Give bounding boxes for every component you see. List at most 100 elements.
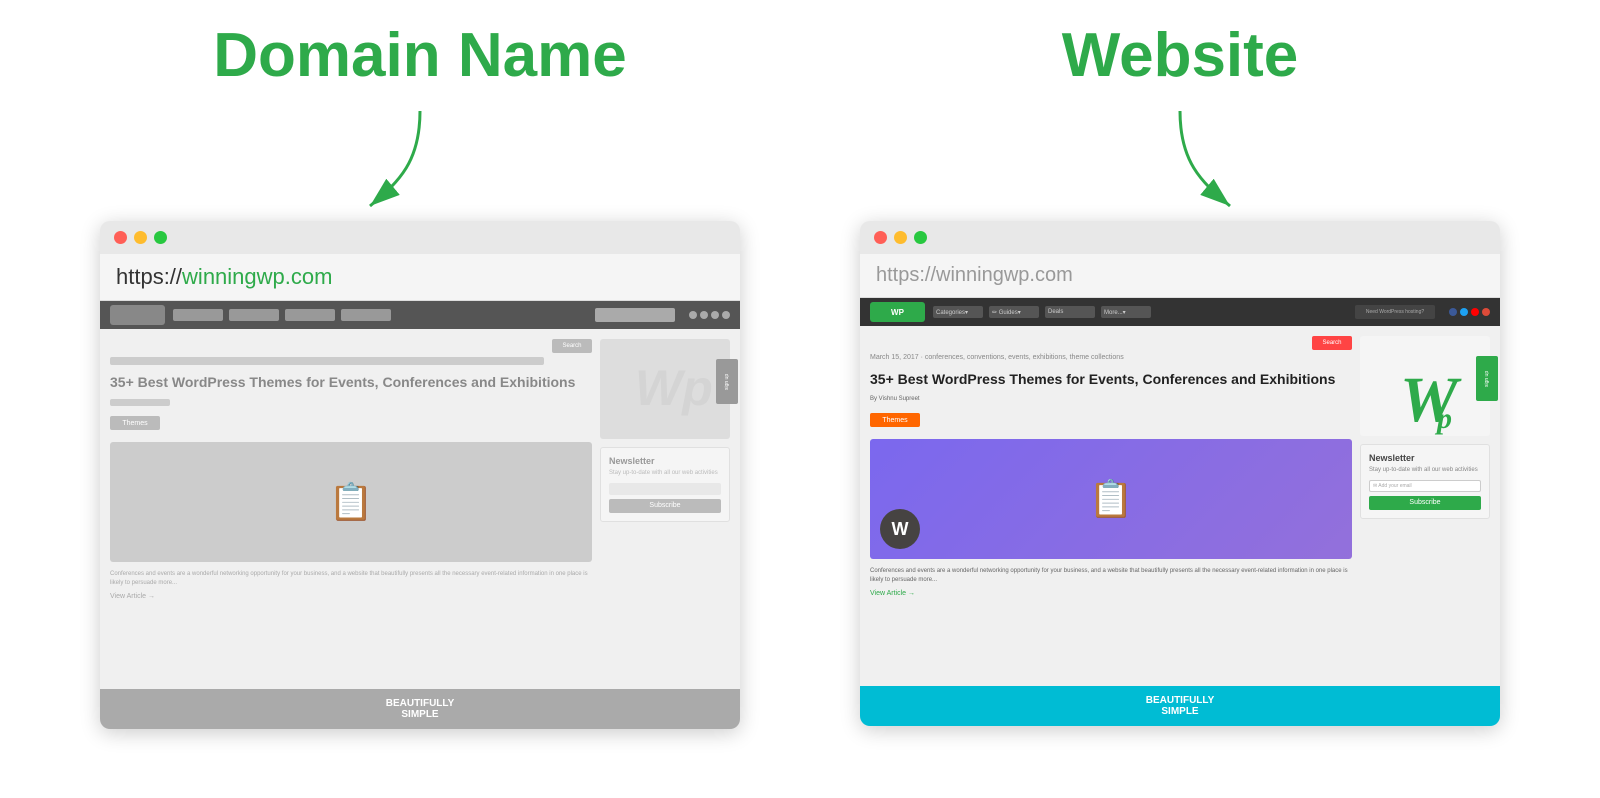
- cta-banner-right: BEAUTIFULLY SIMPLE: [860, 686, 1500, 726]
- w-logo-left: Wp: [635, 359, 695, 419]
- w-logo-right: W p: [1395, 356, 1455, 416]
- minimize-dot-right: [894, 231, 907, 244]
- social-dot-3-left: [711, 311, 719, 319]
- navbar-item-4-right: More...▾: [1101, 306, 1151, 318]
- navbar-item-2-left: [229, 309, 279, 321]
- close-dot-left: [114, 231, 127, 244]
- navbar-item-1-left: [173, 309, 223, 321]
- newsletter-right: Newsletter Stay up-to-date with all our …: [1360, 444, 1490, 519]
- navbar-logo-left: [110, 305, 165, 325]
- url-display-left: https://winningwp.com: [116, 264, 724, 290]
- url-text-right: https://winningwp.com: [876, 264, 1073, 286]
- search-btn-left: Search: [552, 339, 592, 353]
- cta-banner-left: BEAUTIFULLY SIMPLE: [100, 689, 740, 729]
- maximize-dot-left: [154, 231, 167, 244]
- site-main-right: Search March 15, 2017 · conferences, con…: [860, 326, 1500, 686]
- navbar-item-1-right: Categories▾: [933, 306, 983, 318]
- navbar-item-4-left: [341, 309, 391, 321]
- newsletter-title-left: Newsletter: [609, 456, 721, 466]
- website-title: Website: [1062, 20, 1299, 91]
- close-dot-right: [874, 231, 887, 244]
- domain-browser-window: https://winningwp.com: [100, 221, 740, 729]
- article-image-right: W 📋: [870, 439, 1352, 559]
- address-bar-right: https://winningwp.com: [860, 254, 1500, 298]
- logo-graphic-left: Wp: [600, 339, 730, 439]
- newsletter-btn-left: Subscribe: [609, 499, 721, 513]
- article-title-left: 35+ Best WordPress Themes for Events, Co…: [110, 373, 592, 391]
- clipboard-icon-right: 📋: [1089, 478, 1134, 520]
- article-col-right: Search March 15, 2017 · conferences, con…: [870, 336, 1352, 676]
- sidebar-col-right: sign up W p Newsletter Stay up-to: [1360, 336, 1490, 676]
- navbar-logo-right: WP: [870, 302, 925, 322]
- website-arrow: [1080, 101, 1280, 221]
- article-body-right: Conferences and events are a wonderful n…: [870, 567, 1352, 584]
- site-main-left: Search 35+ Best WordPress Themes for Eve…: [100, 329, 740, 689]
- signup-ribbon-left: sign up: [716, 359, 738, 404]
- site-navbar-left: [100, 301, 740, 329]
- site-navbar-right: WP Categories▾ ✏ Guides▾ Deals More...▾ …: [860, 298, 1500, 326]
- cta-line2-left: SIMPLE: [401, 709, 438, 720]
- site-content-left: Search 35+ Best WordPress Themes for Eve…: [100, 301, 740, 729]
- search-btn-right: Search: [1312, 336, 1352, 350]
- svg-text:W: W: [1400, 364, 1462, 436]
- social-dots-left: [689, 311, 730, 319]
- article-body-left: Conferences and events are a wonderful n…: [110, 570, 592, 587]
- article-meta-left: [110, 357, 544, 365]
- social-dot-2-left: [700, 311, 708, 319]
- winningwp-logo-svg: W p: [1395, 356, 1475, 436]
- cta-line2-right: SIMPLE: [1161, 706, 1198, 717]
- website-browser-window: https://winningwp.com WP Categories▾ ✏ G…: [860, 221, 1500, 726]
- website-panel: Website https://: [860, 20, 1500, 726]
- article-meta-right: March 15, 2017 · conferences, convention…: [870, 354, 1304, 362]
- social-dot-1-left: [689, 311, 697, 319]
- minimize-dot-left: [134, 231, 147, 244]
- social-dot-4-left: [722, 311, 730, 319]
- newsletter-text-left: Stay up-to-date with all our web activit…: [609, 470, 721, 478]
- navbar-cta-right: Need WordPress hosting?: [1355, 305, 1435, 319]
- article-author-left: [110, 399, 170, 406]
- domain-arrow: [320, 101, 520, 221]
- newsletter-text-right: Stay up-to-date with all our web activit…: [1369, 467, 1481, 475]
- social-dot-yt: [1471, 308, 1479, 316]
- domain-name-title: Domain Name: [213, 20, 626, 91]
- newsletter-left: Newsletter Stay up-to-date with all our …: [600, 447, 730, 522]
- wp-logo-overlay: W: [880, 509, 920, 549]
- social-dot-gp: [1482, 308, 1490, 316]
- sidebar-col-left: sign up Wp Newsletter Stay up-to-date wi…: [600, 339, 730, 679]
- address-bar-left: https://winningwp.com: [100, 254, 740, 301]
- newsletter-input-left: [609, 483, 721, 495]
- themes-badge-right: Themes: [870, 413, 920, 427]
- navbar-item-2-right: ✏ Guides▾: [989, 306, 1039, 318]
- newsletter-title-right: Newsletter: [1369, 453, 1481, 463]
- view-article-right: View Article →: [870, 590, 1352, 597]
- browser-titlebar-right: [860, 221, 1500, 254]
- social-dot-fb: [1449, 308, 1457, 316]
- view-article-left: View Article →: [110, 593, 592, 600]
- browser-titlebar-left: [100, 221, 740, 254]
- article-author-right: By Vishnu Supreet: [870, 396, 930, 403]
- site-content-right: WP Categories▾ ✏ Guides▾ Deals More...▾ …: [860, 298, 1500, 726]
- article-image-left: 📋: [110, 442, 592, 562]
- svg-text:p: p: [1434, 402, 1452, 435]
- url-display-right: https://winningwp.com: [876, 264, 1484, 287]
- newsletter-btn-right: Subscribe: [1369, 496, 1481, 510]
- newsletter-input-right: ✉ Add your email: [1369, 480, 1481, 492]
- url-domain-left: winningwp.com: [182, 264, 332, 289]
- navbar-item-3-left: [285, 309, 335, 321]
- signup-ribbon-right: sign up: [1476, 356, 1498, 401]
- cta-line1-right: BEAUTIFULLY: [1146, 695, 1215, 706]
- social-dots-right: [1449, 308, 1490, 316]
- maximize-dot-right: [914, 231, 927, 244]
- navbar-items-left: [173, 309, 587, 321]
- article-col-left: Search 35+ Best WordPress Themes for Eve…: [110, 339, 592, 679]
- social-dot-tw: [1460, 308, 1468, 316]
- themes-badge-left: Themes: [110, 416, 160, 430]
- navbar-items-right: Categories▾ ✏ Guides▾ Deals More...▾: [933, 306, 1347, 318]
- navbar-item-3-right: Deals: [1045, 306, 1095, 318]
- logo-graphic-right: W p: [1360, 336, 1490, 436]
- clipboard-icon-left: 📋: [329, 481, 374, 523]
- domain-name-panel: Domain Name http: [100, 20, 740, 729]
- url-prefix-left: https://: [116, 264, 182, 289]
- navbar-cta-left: [595, 308, 675, 322]
- article-title-right: 35+ Best WordPress Themes for Events, Co…: [870, 370, 1352, 388]
